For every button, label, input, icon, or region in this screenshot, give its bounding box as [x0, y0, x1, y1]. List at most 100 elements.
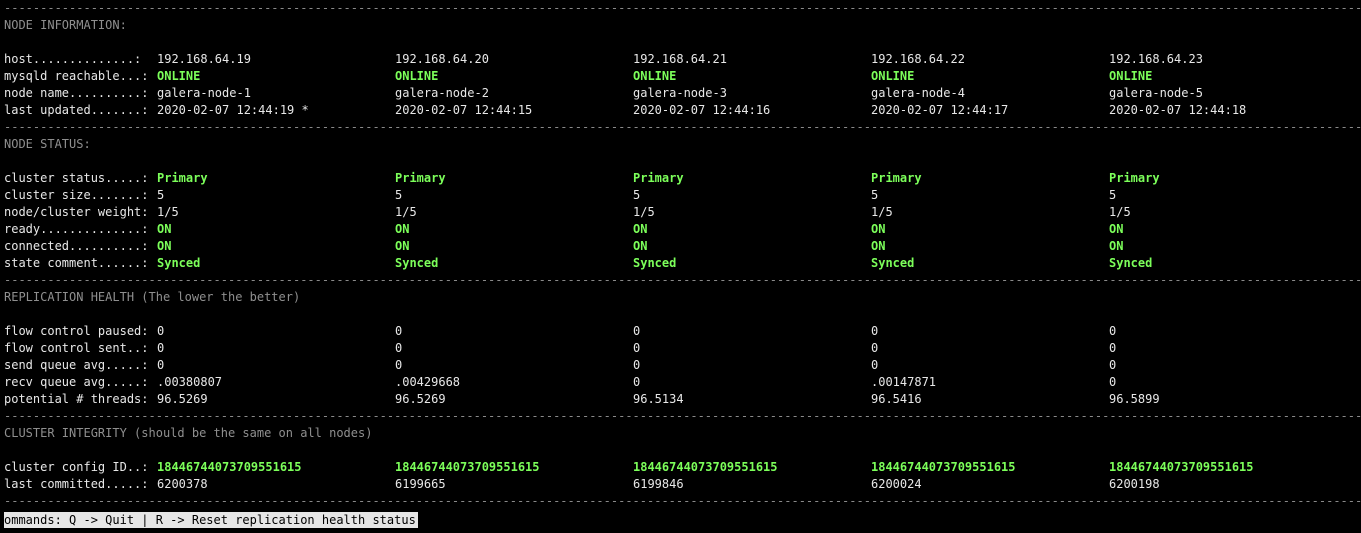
row-label: ready..............: [4, 222, 149, 236]
separator-line: ----------------------------------------… [4, 120, 1361, 134]
node-5-value: 6200198 [1109, 477, 1160, 491]
node-4-value: ONLINE [871, 69, 915, 83]
table-row: flow control sent..: 0 0 0 0 0 [4, 340, 1361, 357]
table-row: last committed.....: 6200378 6199665 619984… [4, 476, 1361, 493]
node-3-value: 96.5134 [633, 392, 684, 406]
row-label: recv queue avg.....: [4, 375, 149, 389]
node-2-value: Primary [395, 171, 446, 185]
node-3-value: ONLINE [633, 69, 677, 83]
row-label: cluster config ID..: [4, 460, 149, 474]
node-4-value: Primary [871, 171, 922, 185]
node-3-value: 0 [633, 341, 641, 355]
node-3-value: 192.168.64.21 [633, 52, 727, 66]
node-1-value: 2020-02-07 12:44:19 * [157, 103, 309, 117]
node-5-value: galera-node-5 [1109, 86, 1203, 100]
table-row: node name..........: galera-node-1 galera-… [4, 85, 1361, 102]
node-2-value: ON [395, 239, 410, 253]
node-3-value: ON [633, 239, 648, 253]
node-4-value: 96.5416 [871, 392, 922, 406]
node-1-value: 0 [157, 358, 165, 372]
row-label: state comment......: [4, 256, 149, 270]
table-row: cluster config ID..: 18446744073709551615… [4, 459, 1361, 476]
cluster-integrity-section: cluster config ID..: 18446744073709551615… [4, 459, 1361, 493]
cluster-integrity-title: CLUSTER INTEGRITY (should be the same on… [4, 426, 373, 440]
row-label: potential # threads: [4, 392, 149, 406]
node-4-value: 1/5 [871, 205, 893, 219]
node-2-value: 0 [395, 358, 403, 372]
node-3-value: Primary [633, 171, 684, 185]
table-row: state comment......: Synced Synced Synced Sy… [4, 255, 1361, 272]
node-2-value: ONLINE [395, 69, 439, 83]
table-row: mysqld reachable...: ONLINE ONLINE ONLINE ON… [4, 68, 1361, 85]
node-3-value: Synced [633, 256, 677, 270]
node-1-value: galera-node-1 [157, 86, 251, 100]
table-row: flow control paused: 0 0 0 0 0 [4, 323, 1361, 340]
node-4-value: ON [871, 239, 886, 253]
row-label: mysqld reachable...: [4, 69, 149, 83]
node-4-value: ON [871, 222, 886, 236]
row-label: last committed.....: [4, 477, 149, 491]
table-row: cluster status.....: Primary Primary Primar… [4, 170, 1361, 187]
row-label: flow control paused: [4, 324, 149, 338]
terminal-window[interactable]: ----------------------------------------… [4, 0, 1361, 510]
node-5-value: 192.168.64.23 [1109, 52, 1203, 66]
node-5-value: 2020-02-07 12:44:18 [1109, 103, 1247, 117]
row-label: last updated.......: [4, 103, 149, 117]
separator-line: ----------------------------------------… [4, 494, 1361, 508]
node-4-value: galera-node-4 [871, 86, 965, 100]
node-2-value: 2020-02-07 12:44:15 [395, 103, 533, 117]
separator-line: ----------------------------------------… [4, 273, 1361, 287]
table-row: node/cluster weight: 1/5 1/5 1/5 1/5 1/5 [4, 204, 1361, 221]
table-row: last updated.......: 2020-02-07 12:44:19 … [4, 102, 1361, 119]
node-2-value: ON [395, 222, 410, 236]
node-4-value: .00147871 [871, 375, 937, 389]
table-row: ready..............: ON ON ON ON ON [4, 221, 1361, 238]
node-4-value: 0 [871, 358, 879, 372]
node-1-value: ON [157, 239, 172, 253]
node-1-value: 18446744073709551615 [157, 460, 302, 474]
node-2-value: 6199665 [395, 477, 446, 491]
node-5-value: 96.5899 [1109, 392, 1160, 406]
node-3-value: 5 [633, 188, 641, 202]
node-information-section: host..............: 192.168.64.19 192.168.… [4, 51, 1361, 119]
node-information-title: NODE INFORMATION: [4, 18, 127, 32]
table-row: potential # threads: 96.5269 96.5269 96.513… [4, 391, 1361, 408]
node-2-value: 0 [395, 341, 403, 355]
node-5-value: 0 [1109, 341, 1117, 355]
node-5-value: 5 [1109, 188, 1117, 202]
table-row: connected..........: ON ON ON ON ON [4, 238, 1361, 255]
node-1-value: Primary [157, 171, 208, 185]
node-2-value: 96.5269 [395, 392, 446, 406]
node-2-value: 18446744073709551615 [395, 460, 540, 474]
node-2-value: .00429668 [395, 375, 461, 389]
node-4-value: 6200024 [871, 477, 922, 491]
node-5-value: Primary [1109, 171, 1160, 185]
separator-line: ----------------------------------------… [4, 409, 1361, 423]
node-4-value: 18446744073709551615 [871, 460, 1016, 474]
table-row: send queue avg.....: 0 0 0 0 0 [4, 357, 1361, 374]
replication-health-section: flow control paused: 0 0 0 0 0 flow control se… [4, 323, 1361, 408]
table-row: cluster size.......: 5 5 5 5 5 [4, 187, 1361, 204]
row-label: send queue avg.....: [4, 358, 149, 372]
node-2-value: galera-node-2 [395, 86, 489, 100]
row-label: node name..........: [4, 86, 149, 100]
node-3-value: 2020-02-07 12:44:16 [633, 103, 771, 117]
node-3-value: 6199846 [633, 477, 684, 491]
node-3-value: galera-node-3 [633, 86, 727, 100]
node-3-value: 0 [633, 324, 641, 338]
node-4-value: 2020-02-07 12:44:17 [871, 103, 1009, 117]
node-2-value: 0 [395, 324, 403, 338]
node-4-value: 0 [871, 341, 879, 355]
node-1-value: ONLINE [157, 69, 201, 83]
row-label: host..............: [4, 52, 142, 66]
node-4-value: Synced [871, 256, 915, 270]
node-1-value: Synced [157, 256, 201, 270]
node-5-value: 0 [1109, 324, 1117, 338]
commands-status-bar: ommands: Q -> Quit | R -> Reset replicat… [4, 512, 418, 528]
node-1-value: .00380807 [157, 375, 223, 389]
node-3-value: 1/5 [633, 205, 655, 219]
